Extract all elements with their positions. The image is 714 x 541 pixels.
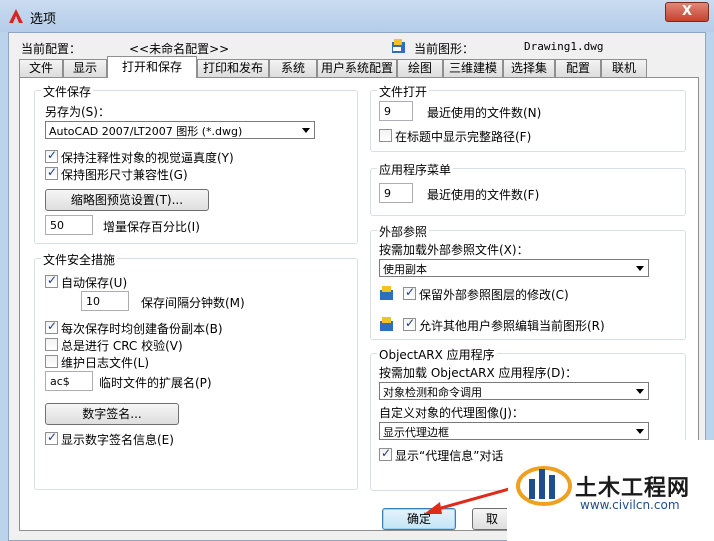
temp-extension-label: 临时文件的扩展名(P) <box>99 376 212 390</box>
tab-online[interactable]: 联机 <box>601 59 647 77</box>
autosave-label: 自动保存(U) <box>61 276 128 290</box>
proxy-image-label: 自定义对象的代理图像(J)： <box>379 406 524 420</box>
drawing-label: 当前图形： <box>414 42 475 56</box>
retain-xref-checkbox[interactable] <box>403 285 416 300</box>
file-open-title: 文件打开 <box>377 83 430 100</box>
xref-layer-icon <box>380 286 393 300</box>
window-title: 选项 <box>30 12 57 27</box>
app-menu-recent-label: 最近使用的文件数(F) <box>427 188 540 202</box>
crc-checkbox[interactable] <box>45 338 58 351</box>
tab-open-save[interactable]: 打开和保存 <box>107 56 197 78</box>
backup-label: 每次保存时均创建备份副本(B) <box>61 322 223 336</box>
full-path-label: 在标题中显示完整路径(F) <box>395 130 532 144</box>
watermark-url: www.civilcn.com <box>580 498 680 512</box>
tab-plot-publish[interactable]: 打印和发布 <box>197 59 269 77</box>
autocad-logo-icon <box>9 9 23 23</box>
arx-demand-dropdown[interactable]: 对象检测和命令调用 <box>379 382 649 400</box>
chevron-down-icon <box>632 383 648 399</box>
civilcn-logo-icon <box>516 466 572 506</box>
tab-display[interactable]: 显示 <box>63 59 107 77</box>
tab-selection[interactable]: 选择集 <box>503 59 555 77</box>
save-as-dropdown[interactable]: AutoCAD 2007/LT2007 图形 (*.dwg) <box>45 121 315 139</box>
drawing-size-checkbox[interactable] <box>45 165 58 180</box>
xref-title: 外部参照 <box>377 223 430 240</box>
title-bar[interactable]: 选项 X <box>0 0 714 32</box>
retain-xref-label: 保留外部参照图层的修改(C) <box>419 288 569 302</box>
tab-3d-modeling[interactable]: 三维建模 <box>443 59 503 77</box>
interval-label: 保存间隔分钟数(M) <box>141 296 245 310</box>
backup-checkbox[interactable] <box>45 319 58 334</box>
chevron-down-icon <box>632 423 648 439</box>
app-menu-title: 应用程序菜单 <box>377 161 454 178</box>
xref-edit-icon <box>380 317 393 331</box>
tab-files[interactable]: 文件 <box>19 59 63 77</box>
file-safety-title: 文件安全措施 <box>41 251 118 268</box>
save-as-label: 另存为(S)： <box>45 105 110 119</box>
thumbnail-settings-button[interactable]: 缩略图预览设置(T)... <box>45 189 209 211</box>
annotative-checkbox[interactable] <box>45 148 58 163</box>
profile-value: <<未命名配置>> <box>129 42 230 56</box>
annotative-label: 保持注释性对象的视觉逼真度(Y) <box>61 151 234 165</box>
xref-demand-value: 使用副本 <box>383 263 427 276</box>
app-menu-recent-input[interactable]: 9 <box>379 183 413 203</box>
xref-demand-dropdown[interactable]: 使用副本 <box>379 259 649 277</box>
save-as-value: AutoCAD 2007/LT2007 图形 (*.dwg) <box>49 125 243 138</box>
allow-edit-checkbox[interactable] <box>403 316 416 331</box>
incremental-save-input[interactable]: 50 <box>45 215 93 235</box>
chevron-down-icon <box>298 122 314 138</box>
app-menu-recent-value: 9 <box>384 187 391 200</box>
xref-group: 外部参照 按需加载外部参照文件(X)： 使用副本 保留外部参照图层的修改(C) … <box>370 223 686 340</box>
file-save-title: 文件保存 <box>41 83 94 100</box>
allow-edit-label: 允许其他用户参照编辑当前图形(R) <box>419 319 605 333</box>
recent-files-label: 最近使用的文件数(N) <box>427 106 542 120</box>
drawing-size-label: 保持图形尺寸兼容性(G) <box>61 168 188 182</box>
proxy-image-value: 显示代理边框 <box>383 426 449 439</box>
file-open-group: 文件打开 9 最近使用的文件数(N) 在标题中显示完整路径(F) <box>370 83 686 152</box>
xref-demand-label: 按需加载外部参照文件(X)： <box>379 243 529 257</box>
autosave-checkbox[interactable] <box>45 273 58 288</box>
drawing-icon <box>392 39 405 53</box>
log-file-checkbox[interactable] <box>45 355 58 368</box>
recent-files-value: 9 <box>384 105 391 118</box>
app-menu-group: 应用程序菜单 9 最近使用的文件数(F) <box>370 161 686 216</box>
recent-files-input[interactable]: 9 <box>379 101 413 121</box>
temp-extension-value: ac$ <box>50 375 70 388</box>
incremental-value: 50 <box>50 219 64 232</box>
arx-demand-value: 对象检测和命令调用 <box>383 386 482 399</box>
proxy-image-dropdown[interactable]: 显示代理边框 <box>379 422 649 440</box>
autosave-interval-input[interactable]: 10 <box>81 291 129 311</box>
chevron-down-icon <box>632 260 648 276</box>
arx-demand-label: 按需加载 ObjectARX 应用程序(D)： <box>379 366 578 380</box>
drawing-value: Drawing1.dwg <box>524 40 604 53</box>
tab-drafting[interactable]: 绘图 <box>397 59 443 77</box>
interval-value: 10 <box>86 295 100 308</box>
tab-user-preferences[interactable]: 用户系统配置 <box>317 59 397 77</box>
digital-signature-button[interactable]: 数字签名... <box>45 403 179 425</box>
tab-system[interactable]: 系统 <box>269 59 317 77</box>
objectarx-title: ObjectARX 应用程序 <box>377 346 497 363</box>
tab-profiles[interactable]: 配置 <box>555 59 601 77</box>
full-path-checkbox[interactable] <box>379 129 392 142</box>
options-dialog: 选项 X 当前配置： <<未命名配置>> 当前图形： Drawing1.dwg … <box>0 0 714 541</box>
log-file-label: 维护日志文件(L) <box>61 356 150 370</box>
file-safety-group: 文件安全措施 自动保存(U) 10 保存间隔分钟数(M) 每次保存时均创建备份副… <box>34 251 358 490</box>
show-signature-label: 显示数字签名信息(E) <box>61 433 174 447</box>
file-save-group: 文件保存 另存为(S)： AutoCAD 2007/LT2007 图形 (*.d… <box>34 83 358 244</box>
incremental-label: 增量保存百分比(I) <box>103 220 200 234</box>
temp-extension-input[interactable]: ac$ <box>45 371 93 391</box>
show-proxy-label: 显示“代理信息”对话 <box>395 449 504 463</box>
show-proxy-checkbox[interactable] <box>379 446 392 461</box>
crc-label: 总是进行 CRC 校验(V) <box>61 339 183 353</box>
show-signature-checkbox[interactable] <box>45 430 58 445</box>
close-button[interactable]: X <box>665 2 709 22</box>
profile-label: 当前配置： <box>21 42 82 56</box>
